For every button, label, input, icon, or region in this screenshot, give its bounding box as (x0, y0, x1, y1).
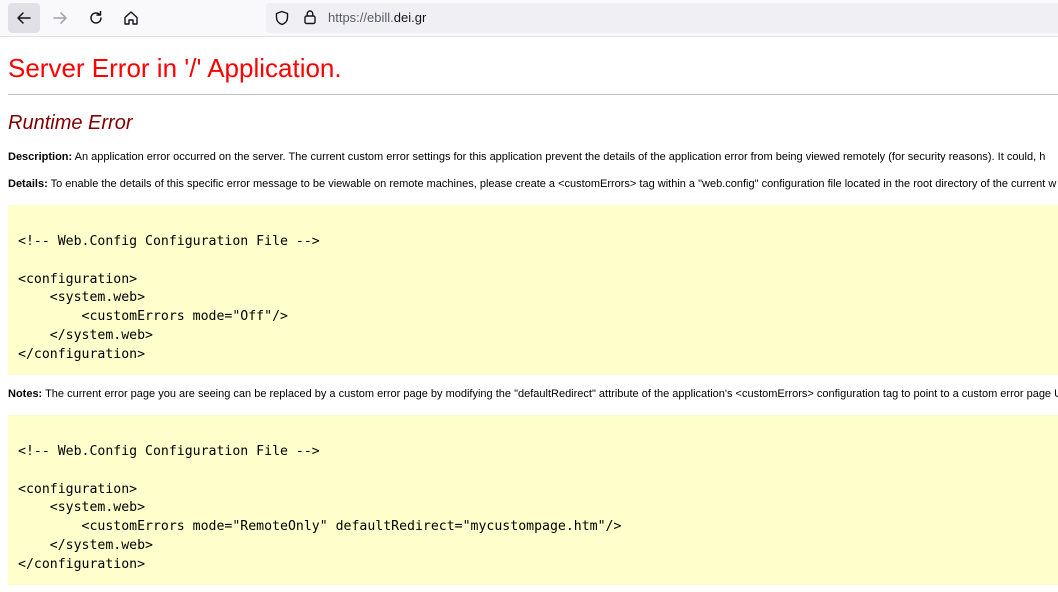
url-text[interactable]: https://ebill.dei.gr (328, 10, 426, 25)
code-line: <configuration> (18, 481, 138, 497)
notes-text: The current error page you are seeing ca… (42, 388, 1058, 400)
notes-label: Notes: (8, 388, 43, 400)
reload-icon (90, 10, 102, 24)
error-subtitle: Runtime Error (8, 112, 133, 134)
browser-toolbar: https://ebill.dei.gr (0, 0, 1058, 37)
code-line: </system.web> (18, 327, 153, 343)
code-line: <customErrors mode="Off"/> (18, 309, 288, 325)
description-text: An application error occurred on the ser… (72, 151, 1046, 163)
page-content: Server Error in '/' Application. Runtime… (0, 37, 1058, 592)
notes-paragraph: Notes: The current error page you are se… (8, 388, 1058, 400)
page-title: Server Error in '/' Application. (8, 53, 342, 83)
config-code-block-1: <!-- Web.Config Configuration File --> <… (8, 205, 1058, 375)
config-code-block-2: <!-- Web.Config Configuration File --> <… (8, 415, 1058, 585)
back-button[interactable] (8, 3, 40, 33)
shield-icon[interactable] (274, 10, 290, 26)
code-line: <customErrors mode="RemoteOnly" defaultR… (18, 519, 622, 535)
code-line: <system.web> (18, 290, 146, 306)
forward-arrow-icon (53, 12, 67, 24)
description-label: Description: (8, 151, 73, 163)
reload-button[interactable] (80, 3, 112, 33)
code-line: </configuration> (18, 346, 146, 362)
code-line: <configuration> (18, 271, 138, 287)
lock-icon[interactable] (303, 9, 317, 25)
code-comment: <!-- Web.Config Configuration File --> (18, 234, 320, 249)
code-comment: <!-- Web.Config Configuration File --> (18, 444, 320, 459)
details-label: Details: (8, 178, 48, 190)
divider (8, 94, 1058, 95)
back-arrow-icon (17, 12, 31, 24)
details-text: To enable the details of this specific e… (47, 178, 1057, 190)
forward-button[interactable] (44, 3, 76, 33)
description-paragraph: Description: An application error occurr… (8, 151, 1058, 163)
url-host: dei.gr (393, 10, 427, 25)
details-paragraph: Details: To enable the details of this s… (8, 178, 1058, 190)
home-icon (124, 11, 138, 25)
code-line: </system.web> (18, 537, 153, 553)
code-block-2: <!-- Web.Config Configuration File --> <… (18, 443, 621, 575)
code-line: </configuration> (18, 556, 146, 572)
code-block-1: <!-- Web.Config Configuration File --> <… (18, 233, 320, 365)
home-button[interactable] (115, 3, 147, 33)
address-bar[interactable]: https://ebill.dei.gr (266, 3, 1058, 33)
url-prefix: https://ebill. (328, 10, 394, 25)
code-line: <system.web> (18, 500, 146, 516)
